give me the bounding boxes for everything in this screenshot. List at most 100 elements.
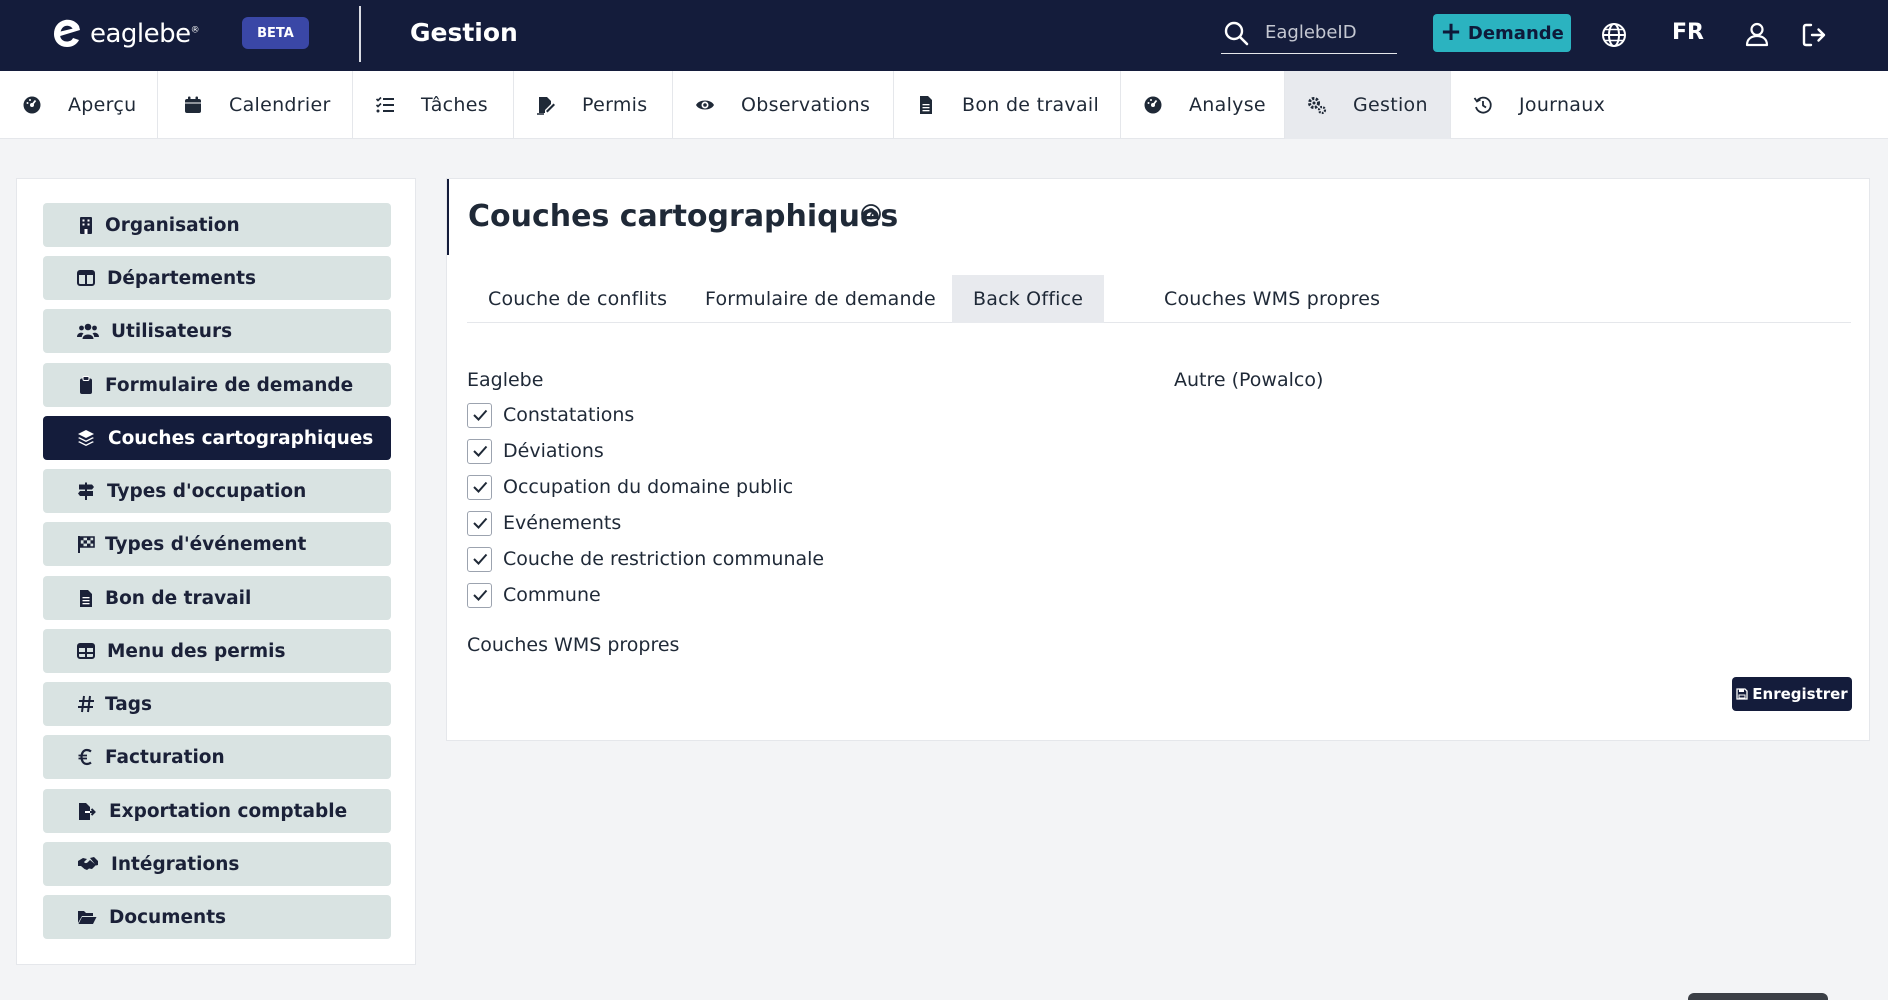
eaglebe-column-title: Eaglebe — [467, 369, 544, 391]
tab-back-office[interactable]: Back Office — [952, 275, 1105, 323]
checkmark-icon — [472, 481, 487, 493]
sidebar-item-utilisateurs[interactable]: Utilisateurs — [43, 309, 391, 353]
nav-tab-taches[interactable]: Tâches — [353, 71, 514, 139]
history-icon — [1473, 96, 1492, 114]
sidebar-item-organisation[interactable]: Organisation — [43, 203, 391, 247]
sidebar-item-couches-cartographiques[interactable]: Couches cartographiques — [43, 416, 391, 460]
tab-couches-wms-propres[interactable]: Couches WMS propres — [1143, 275, 1401, 323]
sidebar-item-formulaire[interactable]: Formulaire de demande — [43, 363, 391, 407]
sidebar-item-label: Menu des permis — [107, 640, 286, 662]
nav-tab-label: Observations — [741, 94, 871, 116]
sidebar-item-integrations[interactable]: Intégrations — [43, 842, 391, 886]
nav-tab-permis[interactable]: Permis — [514, 71, 673, 139]
gears-icon — [1308, 97, 1327, 115]
clipboard-icon — [80, 376, 92, 394]
checkbox[interactable] — [467, 474, 492, 500]
file-icon — [920, 96, 932, 114]
sidebar-item-label: Utilisateurs — [111, 320, 233, 342]
search-icon[interactable] — [1223, 20, 1249, 46]
settings-sidebar: Organisation Départements Utilisateurs F… — [16, 178, 416, 965]
nav-tab-label: Tâches — [421, 94, 488, 116]
checkbox[interactable] — [467, 546, 492, 572]
nav-tab-calendrier[interactable]: Calendrier — [158, 71, 353, 139]
layer-checkbox-row[interactable]: Evénements — [467, 508, 621, 538]
sidebar-item-types-occupation[interactable]: Types d'occupation — [43, 469, 391, 513]
euro-icon — [78, 748, 92, 766]
globe-icon[interactable] — [1601, 22, 1627, 48]
sidebar-item-label: Formulaire de demande — [105, 374, 354, 396]
sidebar-item-label: Bon de travail — [105, 587, 252, 609]
map-layers-panel: Couches cartographiques Couche de confli… — [446, 178, 1870, 741]
layer-label: Constatations — [503, 404, 635, 426]
layer-group-icon — [78, 430, 94, 446]
sidebar-item-documents[interactable]: Documents — [43, 895, 391, 939]
checkbox[interactable] — [467, 402, 492, 428]
sidebar-item-label: Organisation — [105, 214, 240, 236]
search-box[interactable] — [1221, 14, 1397, 54]
checkmark-icon — [472, 409, 487, 421]
checkbox[interactable] — [467, 510, 492, 536]
sidebar-item-exportation-comptable[interactable]: Exportation comptable — [43, 789, 391, 833]
main-navigation: Aperçu Calendrier Tâches Permis Observat… — [0, 71, 1888, 139]
layer-checkbox-row[interactable]: Constatations — [467, 400, 634, 430]
building-icon — [80, 217, 92, 234]
nav-tab-analyse[interactable]: Analyse — [1121, 71, 1285, 139]
new-demande-label: Demande — [1467, 22, 1564, 44]
nav-tab-journaux[interactable]: Journaux — [1451, 71, 1641, 139]
new-demande-button[interactable]: + Demande — [1433, 14, 1571, 52]
header-divider — [359, 6, 361, 62]
signs-post-icon — [78, 482, 94, 500]
layer-checkbox-row[interactable]: Occupation du domaine public — [467, 472, 793, 502]
sidebar-item-menu-permis[interactable]: Menu des permis — [43, 629, 391, 673]
help-icon[interactable] — [860, 203, 882, 225]
wms-section-title: Couches WMS propres — [467, 634, 680, 656]
sidebar-item-label: Types d'occupation — [107, 480, 307, 502]
language-selector[interactable]: FR — [1672, 20, 1704, 45]
layers-tabs: Couche de conflits Formulaire de demande… — [467, 275, 1851, 323]
sidebar-item-facturation[interactable]: Facturation — [43, 735, 391, 779]
sidebar-item-types-evenement[interactable]: Types d'événement — [43, 522, 391, 566]
sidebar-item-bon-de-travail[interactable]: Bon de travail — [43, 576, 391, 620]
brand-logo[interactable]: eaglebe® — [50, 16, 200, 52]
table-icon — [77, 643, 95, 659]
folder-open-icon — [78, 911, 97, 924]
nav-tab-bon-de-travail[interactable]: Bon de travail — [894, 71, 1121, 139]
layer-label: Commune — [503, 584, 601, 606]
sidebar-item-departements[interactable]: Départements — [43, 256, 391, 300]
save-button[interactable]: Enregistrer — [1732, 677, 1852, 711]
eye-icon — [696, 100, 714, 110]
gauge-icon — [23, 96, 41, 114]
gauge-icon — [1144, 96, 1162, 114]
flag-checkered-icon — [78, 536, 95, 553]
layer-checkbox-row[interactable]: Déviations — [467, 436, 604, 466]
nav-tab-apercu[interactable]: Aperçu — [0, 71, 158, 139]
handshake-icon — [78, 857, 98, 870]
checkbox[interactable] — [467, 582, 492, 608]
nav-tab-gestion[interactable]: Gestion — [1285, 71, 1451, 139]
page-title: Couches cartographiques — [468, 199, 899, 234]
table-columns-icon — [77, 270, 95, 286]
sidebar-item-tags[interactable]: Tags — [43, 682, 391, 726]
checkmark-icon — [472, 445, 487, 457]
checkbox[interactable] — [467, 438, 492, 464]
tab-formulaire-de-demande[interactable]: Formulaire de demande — [684, 275, 957, 323]
search-input[interactable] — [1265, 18, 1395, 46]
nav-tab-observations[interactable]: Observations — [673, 71, 894, 139]
page-section-title: Gestion — [410, 18, 518, 47]
file-lines-icon — [80, 590, 92, 607]
tab-couche-de-conflits[interactable]: Couche de conflits — [467, 275, 688, 323]
nav-tab-label: Calendrier — [229, 94, 331, 116]
beta-badge: BETA — [242, 17, 309, 49]
sidebar-item-label: Départements — [107, 267, 256, 289]
layer-checkbox-row[interactable]: Commune — [467, 580, 601, 610]
bottom-corner-tab[interactable] — [1688, 993, 1828, 1000]
nav-tab-label: Bon de travail — [962, 94, 1100, 116]
logout-icon[interactable] — [1800, 21, 1828, 49]
layer-label: Couche de restriction communale — [503, 548, 825, 570]
nav-tab-label: Aperçu — [68, 94, 137, 116]
user-icon[interactable] — [1744, 21, 1770, 47]
nav-tab-label: Analyse — [1189, 94, 1266, 116]
checkmark-icon — [472, 553, 487, 565]
layer-checkbox-row[interactable]: Couche de restriction communale — [467, 544, 824, 574]
nav-tab-label: Journaux — [1519, 94, 1606, 116]
